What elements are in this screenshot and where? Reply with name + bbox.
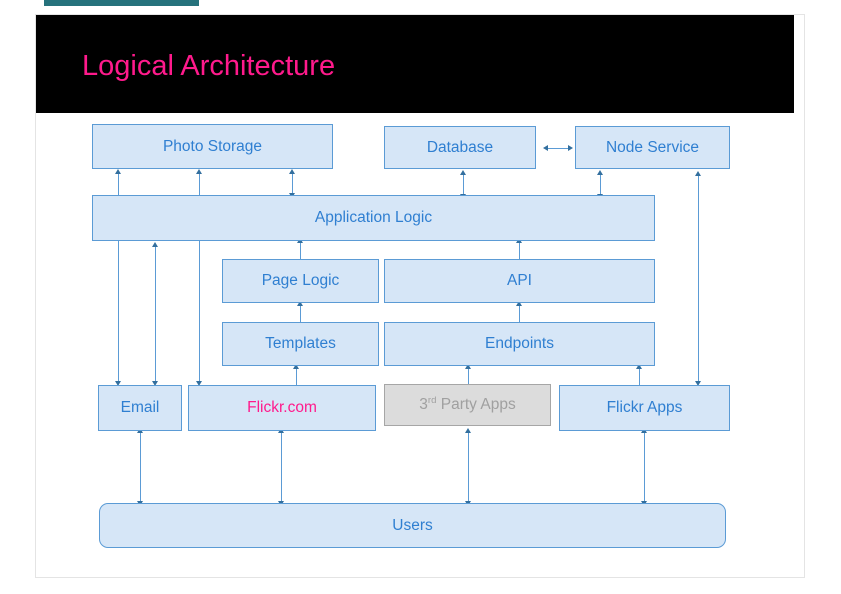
node-third-party-apps[interactable]: 3rd Party Apps — [384, 384, 551, 426]
node-flickr-com[interactable]: Flickr.com — [188, 385, 376, 431]
connector-email-to-users — [137, 428, 143, 506]
connector-page-logic-to-templates — [297, 301, 303, 328]
node-api[interactable]: API — [384, 259, 655, 303]
node-endpoints[interactable]: Endpoints — [384, 322, 655, 366]
connector-database-to-node-service — [543, 145, 573, 151]
node-photo-storage[interactable]: Photo Storage — [92, 124, 333, 169]
node-templates[interactable]: Templates — [222, 322, 379, 366]
connector-node-service-to-flickr-apps — [695, 171, 701, 386]
third-party-apps-label: 3rd Party Apps — [419, 395, 516, 414]
connector-photo-storage-to-flickr-com — [152, 242, 158, 386]
connector-api-to-endpoints — [516, 301, 522, 328]
connector-third-party-apps-to-users — [465, 428, 471, 506]
node-application-logic[interactable]: Application Logic — [92, 195, 655, 241]
node-database[interactable]: Database — [384, 126, 536, 169]
node-flickr-apps[interactable]: Flickr Apps — [559, 385, 730, 431]
page-title: Logical Architecture — [82, 50, 336, 82]
teal-tab-strip — [44, 0, 199, 6]
connector-templates-to-flickr-com — [293, 364, 299, 391]
connector-application-logic-to-page-logic — [297, 238, 303, 265]
slide-canvas: Logical Architecture Photo Storage Datab… — [0, 0, 841, 594]
node-node-service[interactable]: Node Service — [575, 126, 730, 169]
node-users[interactable]: Users — [99, 503, 726, 548]
connector-flickr-apps-to-users — [641, 428, 647, 506]
connector-application-logic-to-api — [516, 238, 522, 265]
connector-photo-storage-to-application-logic — [289, 169, 295, 198]
node-email[interactable]: Email — [98, 385, 182, 431]
connector-database-to-application-logic — [460, 170, 466, 199]
connector-endpoints-to-flickr-apps — [636, 364, 642, 391]
connector-flickr-com-to-users — [278, 428, 284, 506]
node-page-logic[interactable]: Page Logic — [222, 259, 379, 303]
connector-node-service-to-application-logic — [597, 170, 603, 199]
